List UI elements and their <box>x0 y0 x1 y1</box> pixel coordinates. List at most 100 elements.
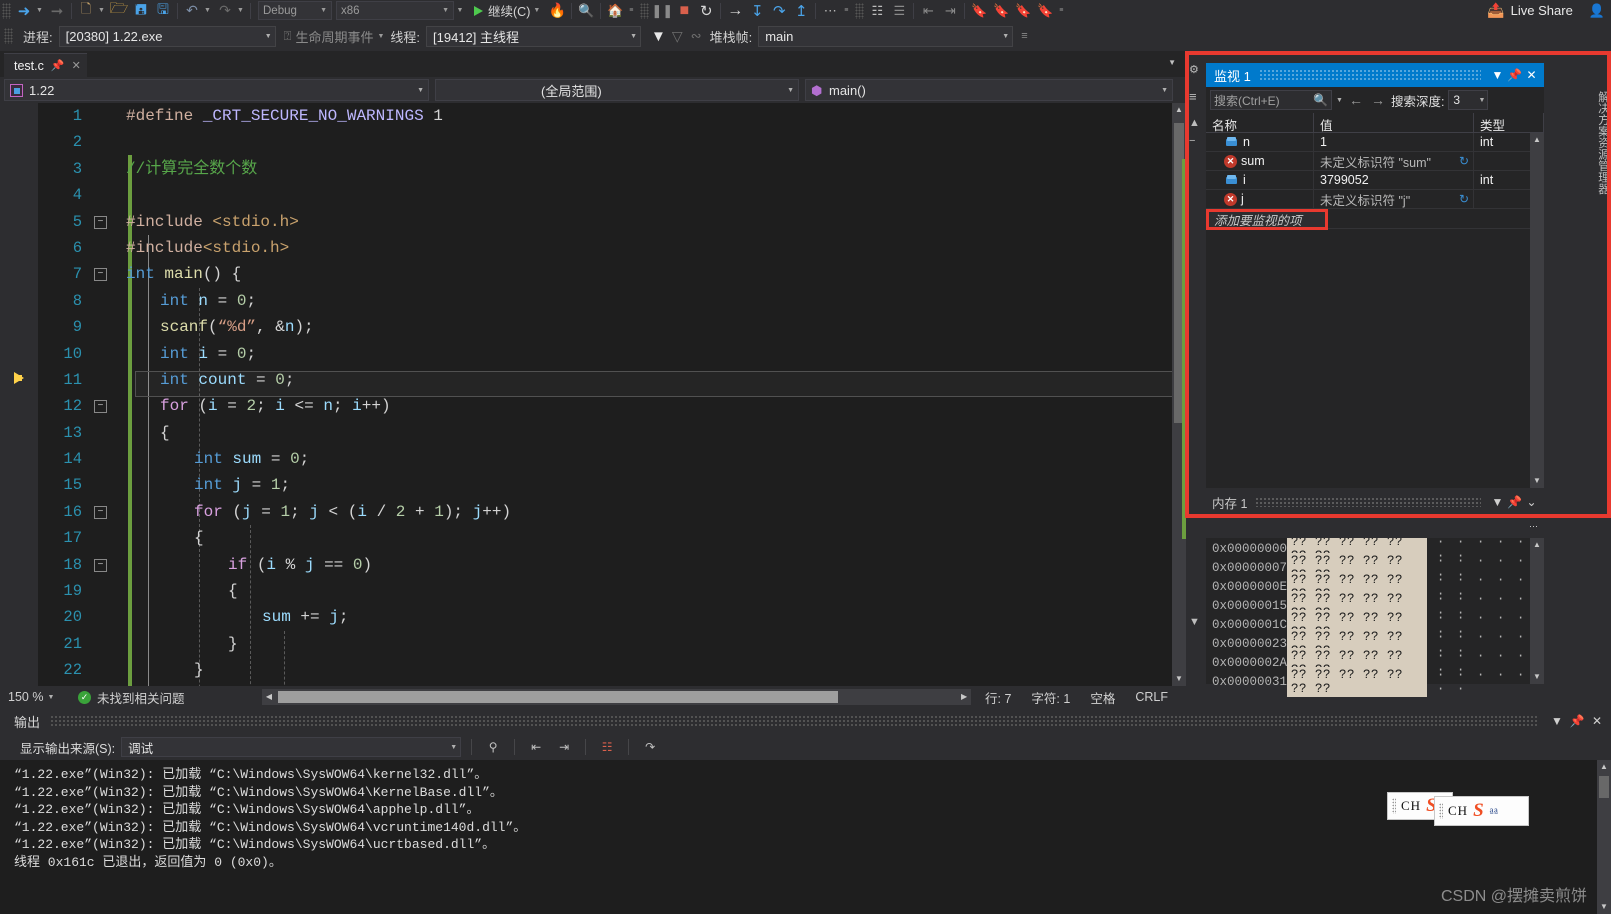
open-file-icon[interactable]: 🗁 <box>108 0 130 21</box>
column-header-value[interactable]: 值 <box>1314 113 1474 133</box>
toggle-word-wrap-icon[interactable]: ↷ <box>639 737 661 757</box>
code-line[interactable]: 9 scanf(“%d”, &n); <box>38 314 1172 340</box>
scroll-left-icon[interactable]: ◀ <box>262 689 276 705</box>
undo-icon[interactable]: ↶ <box>181 1 203 21</box>
watch-row-name[interactable]: i <box>1206 170 1314 190</box>
go-to-next-message-icon[interactable]: ⇥ <box>553 737 575 757</box>
diagnostics-icon[interactable]: ⋯ <box>819 1 841 21</box>
toolbar-grip[interactable] <box>640 2 650 19</box>
watch-panel-title-bar[interactable]: 监视 1 ▼ 📌 ✕ <box>1206 63 1544 87</box>
bookmarks-overflow-icon[interactable]: ≡ <box>1056 1 1068 21</box>
problems-indicator[interactable]: ✓ 未找到相关问题 <box>78 688 258 707</box>
code-line-text[interactable]: for (j = 1; j < (i / 2 + 1); j++) <box>90 499 511 525</box>
output-vertical-scrollbar[interactable]: ▲ ▼ <box>1597 760 1611 914</box>
scrollbar-thumb[interactable] <box>1599 776 1609 798</box>
code-line-text[interactable]: #define _CRT_SECURE_NO_WARNINGS 1 <box>90 103 443 129</box>
lifecycle-events-icon[interactable]: ⍰ <box>284 28 292 44</box>
new-project-caret-icon[interactable]: ▼ <box>97 1 108 21</box>
navigate-back-icon[interactable]: ➜ <box>13 1 35 21</box>
collapse-region-icon[interactable]: − <box>94 505 107 519</box>
undo-caret-icon[interactable]: ▼ <box>203 1 214 21</box>
next-bookmark-icon[interactable]: 🔖 <box>1012 1 1034 21</box>
scroll-up-icon[interactable]: ▲ <box>1189 117 1200 129</box>
search-depth-dropdown[interactable]: 3 ▼ <box>1448 90 1489 110</box>
code-line-text[interactable]: if (i % j == 0) <box>90 552 372 578</box>
collapse-region-icon[interactable]: − <box>94 400 107 414</box>
thread-dropdown[interactable]: [19412] 主线程 ▼ <box>426 25 642 47</box>
column-header-name[interactable]: 名称 <box>1206 113 1314 133</box>
watch-row[interactable]: ✕ j 未定义标识符 "j" ↻ <box>1206 189 1544 209</box>
home-debug-icon[interactable]: 🏠 <box>604 1 626 21</box>
output-text[interactable]: “1.22.exe”(Win32): 已加载 “C:\Windows\SysWO… <box>0 760 1611 914</box>
code-line[interactable]: 20 sum += j; <box>38 604 1172 630</box>
editor-vertical-scrollbar[interactable]: ▲ ▼ <box>1172 103 1186 686</box>
code-line-text[interactable]: int i = 0; <box>90 341 256 367</box>
step-out-icon[interactable]: ↥ <box>790 1 812 21</box>
platform-extra-caret-icon[interactable]: ▼ <box>454 1 468 21</box>
code-line-text[interactable]: for (i = 2; i <= n; i++) <box>90 393 391 419</box>
code-line-text[interactable]: //计算完全数个数 <box>90 156 257 182</box>
code-line[interactable]: 3 //计算完全数个数 <box>38 156 1172 182</box>
hot-reload-icon[interactable]: 🔥 <box>546 1 568 21</box>
save-all-icon[interactable]: 🖫 <box>152 1 174 21</box>
clear-bookmarks-icon[interactable]: 🔖 <box>1034 1 1056 21</box>
watch-row-value[interactable]: 未定义标识符 "j" ↻ <box>1314 189 1474 209</box>
process-dropdown[interactable]: [20380] 1.22.exe ▼ <box>58 25 276 47</box>
bookmark-icon[interactable]: 🔖 <box>968 1 990 21</box>
step-over-icon[interactable]: ↷ <box>768 1 790 21</box>
toolbar-grip[interactable] <box>855 2 865 19</box>
account-icon[interactable]: 👤 <box>1579 3 1605 19</box>
clear-output-icon[interactable]: ☷ <box>596 737 618 757</box>
memory-vertical-scrollbar[interactable]: ▲ ▼ <box>1530 538 1544 684</box>
search-next-icon[interactable]: → <box>1369 92 1387 108</box>
scroll-up-icon[interactable]: ▲ <box>1597 760 1611 774</box>
code-editor[interactable]: 1 #define _CRT_SECURE_NO_WARNINGS 1 2 3 //计算… <box>0 103 1186 686</box>
debug-toolbar-overflow-icon[interactable]: ≡ <box>1021 30 1027 42</box>
ime-grip[interactable] <box>1392 798 1396 814</box>
scroll-down-icon[interactable]: ▼ <box>1597 900 1611 914</box>
memory-panel-title-bar[interactable]: 内存 1 ▼ 📌 ⌄ <box>1206 492 1544 512</box>
redo-caret-icon[interactable]: ▼ <box>236 1 247 21</box>
code-line-text[interactable]: int main() { <box>90 261 241 287</box>
code-line[interactable]: 2 <box>38 129 1172 155</box>
code-line[interactable]: 18− if (i % j == 0) <box>38 552 1172 578</box>
code-line[interactable]: 19 { <box>38 578 1172 604</box>
scroll-up-icon[interactable]: ▲ <box>1172 103 1186 117</box>
search-previous-icon[interactable]: ← <box>1347 92 1365 108</box>
code-line[interactable]: 13 { <box>38 420 1172 446</box>
scroll-down-icon[interactable]: ▼ <box>1189 616 1200 628</box>
indent-mode-indicator[interactable]: 空格 <box>1080 688 1125 707</box>
attach-search-icon[interactable]: 🔍 <box>575 1 597 21</box>
thread-marker-icon[interactable]: ∾ <box>691 28 702 44</box>
watch-search-input[interactable]: 搜索(Ctrl+E) 🔍 <box>1210 90 1332 110</box>
output-source-dropdown[interactable]: 调试 ▼ <box>121 737 462 757</box>
tab-test-c[interactable]: test.c 📌 ✕ <box>4 53 87 77</box>
save-icon[interactable]: 🖪 <box>130 1 152 21</box>
ime-grip[interactable] <box>1439 803 1443 819</box>
code-line[interactable]: 4 <box>38 182 1172 208</box>
go-to-previous-message-icon[interactable]: ⇤ <box>525 737 547 757</box>
code-line-text[interactable]: int j = 1; <box>90 472 290 498</box>
watch-add-row[interactable]: 添加要监视的项 <box>1206 209 1544 230</box>
tab-list-caret-icon[interactable]: ▼ <box>1168 58 1176 67</box>
step-into-icon[interactable]: ↧ <box>746 1 768 21</box>
new-project-icon[interactable]: 🗋 <box>75 1 97 21</box>
code-line-text[interactable]: #include <stdio.h> <box>90 209 299 235</box>
output-panel[interactable]: 输出 ▼ 📌 ✕ 显示输出来源(S): 调试 ▼ ⚲ ⇤ ⇥ ☷ ↷ “1.22… <box>0 708 1611 914</box>
code-line[interactable]: 5− #include <stdio.h> <box>38 209 1172 235</box>
code-line-text[interactable] <box>90 129 126 155</box>
output-panel-menu-icon[interactable]: ▼ <box>1547 714 1567 728</box>
code-line[interactable]: 12− for (i = 2; i <= n; i++) <box>38 393 1172 419</box>
stop-debugging-icon[interactable]: ■ <box>673 1 695 21</box>
memory-grid[interactable]: 0x00000000 ?? ?? ?? ?? ?? ?? ?? · · · · · … <box>1206 533 1544 697</box>
title-drag-dots[interactable] <box>1258 69 1481 81</box>
ime-mode-label[interactable]: CH <box>1401 798 1421 814</box>
keyboard-icon[interactable]: ⎂ <box>1489 803 1499 819</box>
line-ending-indicator[interactable]: CRLF <box>1125 690 1186 704</box>
memory-row[interactable]: 0x00000031?? ?? ?? ?? ?? ?? ?? · · · · · … <box>1206 666 1544 697</box>
scroll-up-icon[interactable]: ▲ <box>1530 133 1544 147</box>
settings-gear-icon[interactable]: ⚙ <box>1189 63 1199 76</box>
redo-icon[interactable]: ↷ <box>214 1 236 21</box>
watch-row[interactable]: i 3799052 int <box>1206 170 1544 190</box>
code-line[interactable]: 15 int j = 1; <box>38 472 1172 498</box>
